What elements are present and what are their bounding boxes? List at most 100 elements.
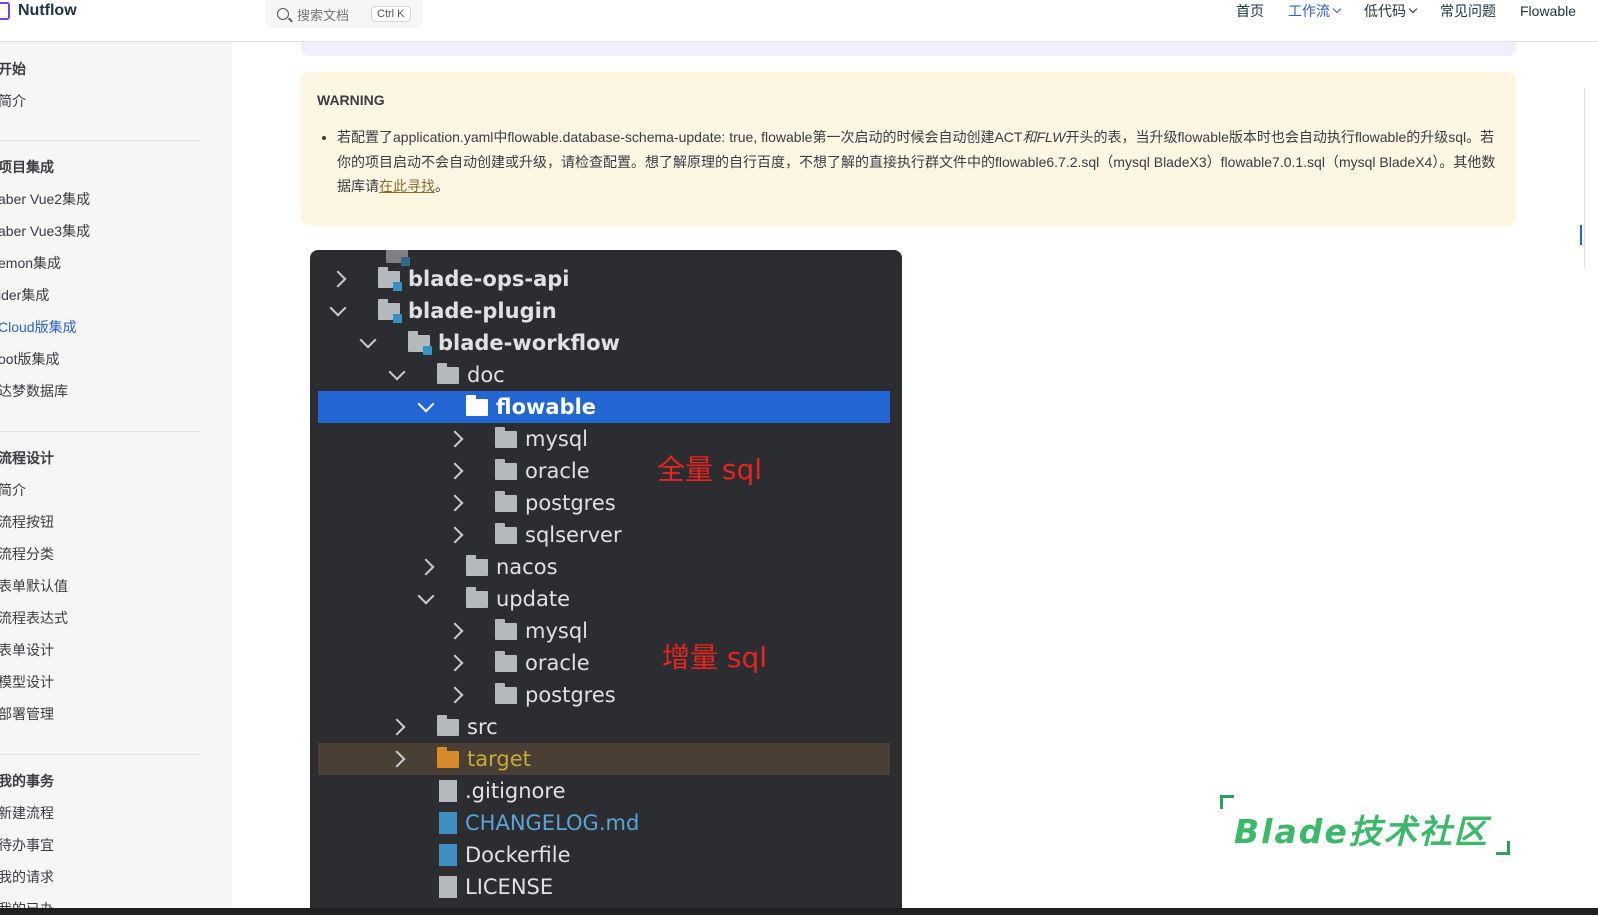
folder-icon (495, 426, 517, 448)
tree-label: oracle (525, 459, 590, 483)
sidebar-item-dameng[interactable]: 达梦数据库 (0, 381, 68, 401)
bracket-bottom-right (1496, 841, 1510, 855)
warning-text-italic: 和FLW (1022, 129, 1066, 145)
tree-label: LICENSE (465, 875, 554, 899)
tree-label: blade-workflow (438, 331, 620, 355)
nav-faq[interactable]: 常见问题 (1440, 1, 1496, 21)
top-navbar: Nutflow 搜索文档 Ctrl K 首页 工作流 低代码 常见问题 Flow… (0, 0, 1598, 42)
docker-file-icon (439, 844, 457, 866)
bracket-top-left (1220, 795, 1234, 809)
warning-block: WARNING 若配置了application.yaml中flowable.da… (301, 72, 1516, 226)
tree-row: oracle (318, 647, 890, 679)
nav-flowable-label: Flowable (1520, 3, 1577, 19)
tree-label: doc (467, 363, 505, 387)
tree-label: update (496, 587, 570, 611)
chevron-right-icon (446, 462, 464, 480)
nav-flowable[interactable]: Flowable (1520, 3, 1576, 19)
tree-row: blade-plugin (318, 295, 890, 327)
chevron-down-icon (359, 331, 377, 349)
sidebar-divider (0, 754, 200, 755)
chevron-down-icon (417, 395, 435, 413)
sidebar-item-buttons[interactable]: 流程按钮 (0, 512, 54, 532)
tree-row: CHANGELOG.md (318, 807, 890, 839)
main-nav: 首页 工作流 低代码 常见问题 Flowable (1236, 0, 1598, 22)
tree-row: blade-workflow (318, 327, 890, 359)
gitignore-file-icon (439, 780, 457, 802)
tree-label: target (467, 747, 531, 771)
sidebar-item-boot[interactable]: oot版集成 (0, 349, 59, 369)
module-folder-icon (408, 330, 432, 355)
sidebar-item-vue2[interactable]: aber Vue2集成 (0, 189, 90, 209)
nav-workflow[interactable]: 工作流 (1288, 1, 1342, 21)
tree-label: postgres (525, 491, 616, 515)
sidebar-item-lemon[interactable]: emon集成 (0, 253, 61, 273)
tree-row: LICENSE (318, 871, 890, 903)
sidebar-item-cloud[interactable]: Cloud版集成 (0, 317, 77, 337)
sidebar-item-intro[interactable]: 简介 (0, 91, 26, 111)
tree-row: postgres (318, 679, 890, 711)
tree-label: flowable (496, 395, 597, 419)
tree-row: oracle (318, 455, 890, 487)
chevron-down-icon (1332, 4, 1342, 14)
sidebar-group-title: 开始 (0, 61, 26, 77)
tree-label: postgres (525, 683, 616, 707)
brand[interactable]: Nutflow (0, 0, 77, 22)
search-placeholder: 搜索文档 (297, 7, 350, 23)
logo-icon (0, 2, 10, 20)
module-folder-icon (378, 298, 402, 323)
tree-row: blade-ops-api (318, 263, 890, 295)
nav-lowcode-label: 低代码 (1364, 3, 1406, 19)
previous-tip-block (301, 42, 1516, 56)
sidebar-item-form-default[interactable]: 表单默认值 (0, 576, 68, 596)
sidebar-item-new-process[interactable]: 新建流程 (0, 803, 54, 823)
tree-row: doc (318, 359, 890, 391)
sidebar-group-title: 我的事务 (0, 773, 54, 789)
outline-active-marker (1580, 225, 1582, 245)
tree-label: blade-plugin (408, 299, 557, 323)
tree-row: src (318, 711, 890, 743)
chevron-right-icon (446, 430, 464, 448)
tree-label: mysql (525, 427, 588, 451)
chevron-down-icon (417, 587, 435, 605)
folder-icon (495, 490, 517, 512)
chevron-right-icon (329, 270, 347, 288)
nav-workflow-label: 工作流 (1288, 3, 1330, 19)
nav-home[interactable]: 首页 (1236, 1, 1264, 21)
excluded-folder-icon (437, 746, 459, 768)
tree-row: Dockerfile (318, 839, 890, 871)
sidebar-item-design-intro[interactable]: 简介 (0, 480, 26, 500)
tree-row: update (318, 583, 890, 615)
tree-row: .gitignore (318, 775, 890, 807)
tree-label: blade-ops-api (408, 267, 570, 291)
search-button[interactable]: 搜索文档 Ctrl K (265, 0, 423, 28)
nav-lowcode[interactable]: 低代码 (1364, 1, 1418, 21)
sidebar-item-model-design[interactable]: 模型设计 (0, 672, 54, 692)
sidebar-item-my-requests[interactable]: 我的请求 (0, 867, 54, 887)
chevron-right-icon (446, 686, 464, 704)
chevron-down-icon (329, 299, 347, 317)
sidebar-item-deploy[interactable]: 部署管理 (0, 704, 54, 724)
project-tree-screenshot: blade-ops-api blade-plugin blade-workflo… (310, 250, 902, 915)
sidebar-item-sider[interactable]: ider集成 (0, 285, 49, 305)
sidebar-item-form-design[interactable]: 表单设计 (0, 640, 54, 660)
find-here-link[interactable]: 在此寻找 (379, 178, 435, 194)
tree-row-selected: flowable (318, 391, 890, 423)
sidebar-item-todo[interactable]: 待办事宜 (0, 835, 54, 855)
folder-icon (466, 394, 488, 416)
folder-icon (495, 522, 517, 544)
sidebar-item-vue3[interactable]: aber Vue3集成 (0, 221, 90, 241)
sidebar-item-expression[interactable]: 流程表达式 (0, 608, 68, 628)
sidebar-group-title: 流程设计 (0, 450, 54, 466)
text-file-icon (439, 876, 457, 898)
sidebar-divider (0, 140, 200, 141)
module-folder-icon (386, 250, 410, 266)
tree-label: nacos (496, 555, 558, 579)
folder-icon (437, 362, 459, 384)
sidebar-item-category[interactable]: 流程分类 (0, 544, 54, 564)
folder-icon (495, 682, 517, 704)
tree-label: sqlserver (525, 523, 622, 547)
chevron-right-icon (446, 526, 464, 544)
tree-label: .gitignore (465, 779, 566, 803)
warning-list: 若配置了application.yaml中flowable.database-s… (317, 125, 1500, 199)
folder-icon (437, 714, 459, 736)
